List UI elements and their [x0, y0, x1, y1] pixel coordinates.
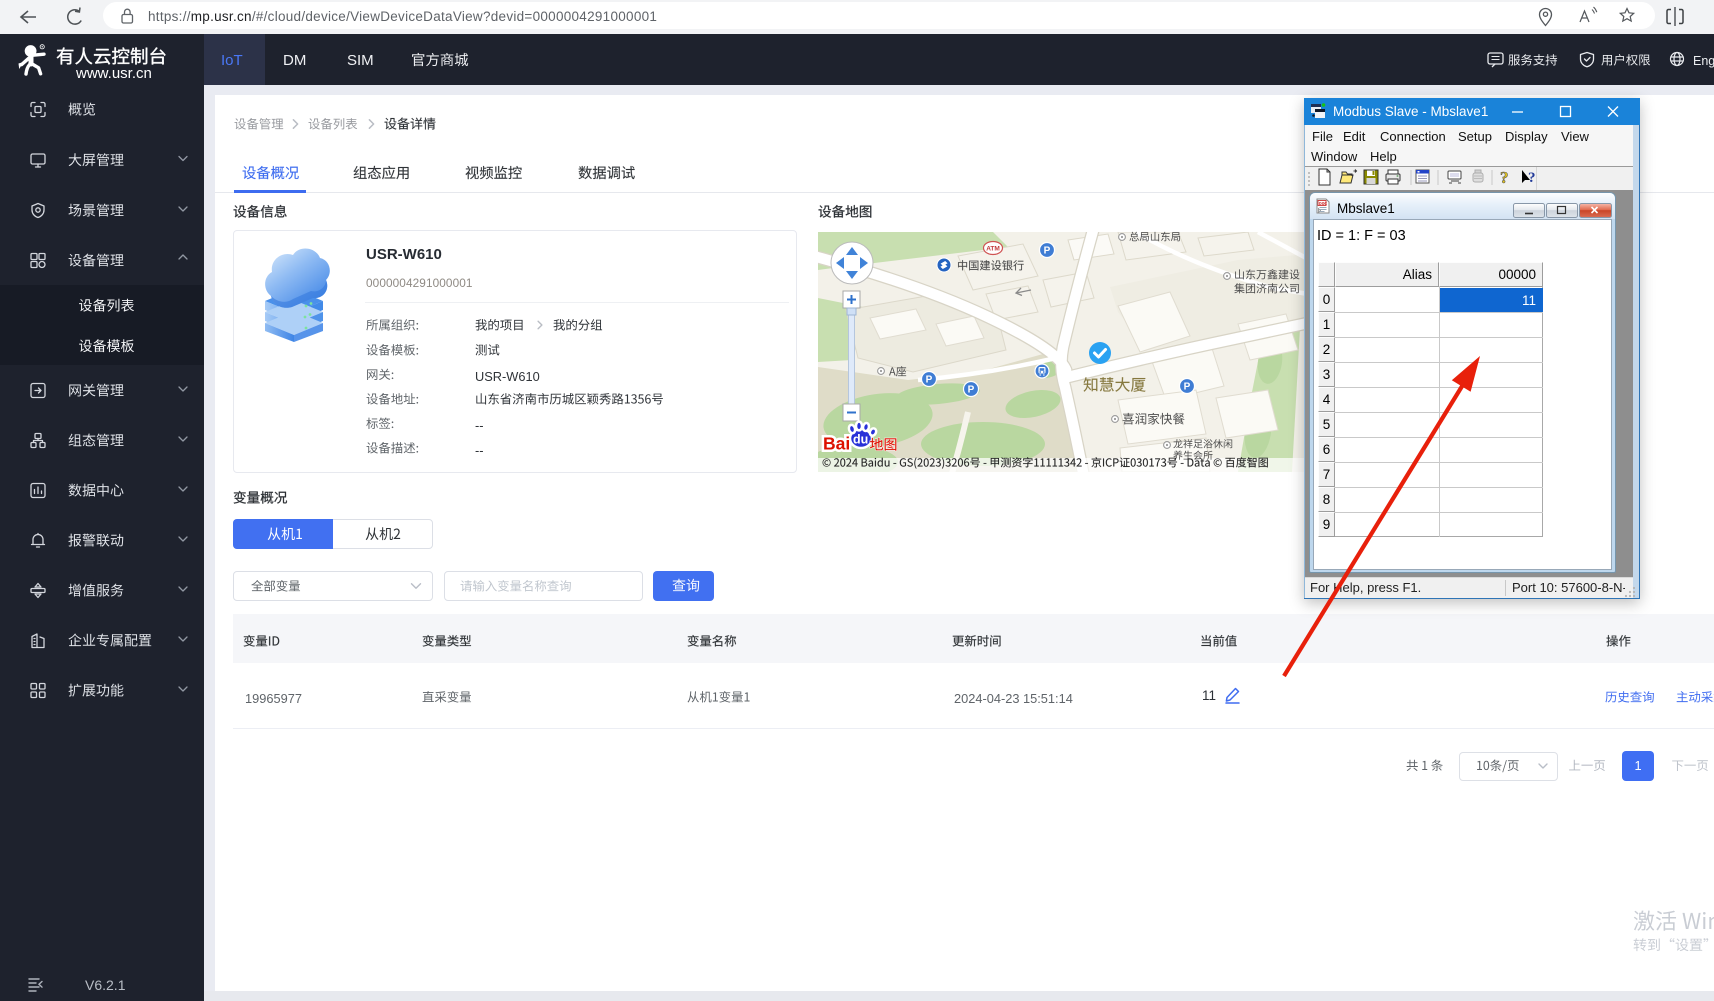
svg-text:P: P [1184, 382, 1191, 393]
svg-text:?: ? [1500, 168, 1509, 187]
svg-text:P: P [926, 375, 933, 386]
svg-text:DOC: DOC [1319, 201, 1327, 207]
svg-text:Bai: Bai [823, 434, 850, 454]
svg-text:P: P [1044, 246, 1051, 257]
svg-text:?: ? [1528, 170, 1536, 186]
svg-text:P: P [968, 385, 975, 396]
svg-text:du: du [853, 433, 868, 447]
svg-text:ATM: ATM [986, 246, 1000, 253]
